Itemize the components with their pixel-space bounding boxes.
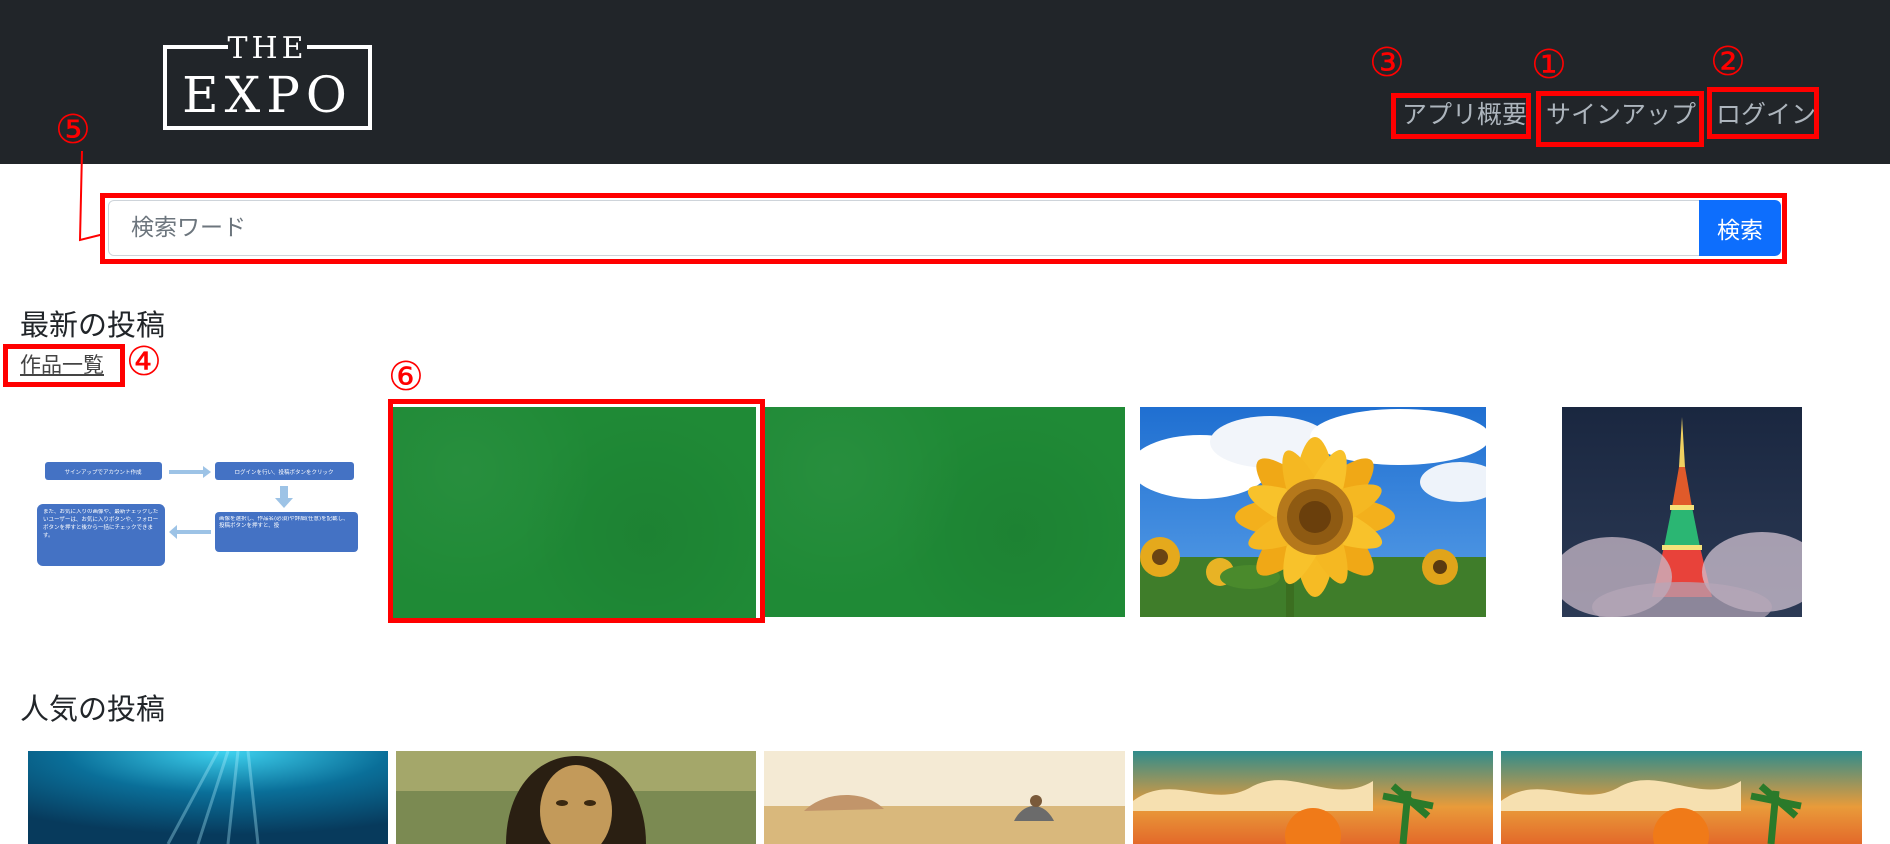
tokyo-tower-image: [1562, 407, 1802, 617]
flow-step-3: 画像を選択し、作品名(必須)や詳細(任意)を記載し、投稿ボタンを押すと、投: [219, 516, 349, 530]
annotation-marker-4: ④: [126, 339, 162, 385]
logo-bottom-text: EXPO: [182, 66, 353, 124]
annotation-marker-1: ①: [1531, 42, 1567, 88]
sunset-image-1: [1133, 751, 1493, 844]
flow-step-1: サインアップでアカウント作成: [64, 468, 142, 476]
painting-image: [764, 751, 1125, 844]
flowchart-image: サインアップでアカウント作成 ログインを行い、投稿ボタンをクリック 画像を選択し…: [33, 454, 360, 570]
post-thumbnail-tokyo-tower[interactable]: [1562, 407, 1802, 617]
post-thumbnail-sunflower[interactable]: [1140, 407, 1486, 617]
logo-top-text: THE: [227, 34, 307, 66]
popular-thumbnail-mona-lisa[interactable]: [396, 751, 756, 844]
annotation-box-thumbnail: [388, 399, 765, 623]
annotation-marker-2: ②: [1710, 39, 1746, 85]
latest-posts-heading: 最新の投稿: [20, 308, 166, 342]
post-thumbnail-flowchart[interactable]: サインアップでアカウント作成 ログインを行い、投稿ボタンをクリック 画像を選択し…: [33, 454, 360, 570]
popular-thumbnail-ocean[interactable]: [28, 751, 388, 844]
annotation-box-signup: [1536, 91, 1704, 147]
annotation-marker-6: ⑥: [388, 354, 424, 400]
popular-thumbnail-sunset-1[interactable]: [1133, 751, 1493, 844]
popular-thumbnail-sunset-2[interactable]: [1501, 751, 1862, 844]
post-thumbnail-green-2[interactable]: [764, 407, 1125, 617]
annotation-marker-3: ③: [1369, 40, 1405, 86]
flow-step-4: また、お気に入りの画像や、最新チェックしたいユーザーは、お気に入りボタンや、フォ…: [43, 509, 159, 539]
ocean-image: [28, 751, 388, 844]
popular-posts-heading: 人気の投稿: [20, 692, 166, 726]
annotation-box-search: [100, 193, 1787, 264]
annotation-box-about: [1391, 93, 1531, 139]
flow-step-2: ログインを行い、投稿ボタンをクリック: [234, 468, 333, 476]
logo-graphic: THE EXPO: [163, 31, 372, 130]
annotation-box-login: [1707, 87, 1819, 139]
annotation-marker-5: ⑤: [55, 107, 91, 153]
sunset-image-2: [1501, 751, 1862, 844]
site-logo[interactable]: THE EXPO: [162, 31, 373, 130]
popular-thumbnail-painting[interactable]: [764, 751, 1125, 844]
sunflower-image: [1140, 407, 1486, 617]
mona-lisa-image: [396, 751, 756, 844]
annotation-box-works: [3, 344, 125, 387]
